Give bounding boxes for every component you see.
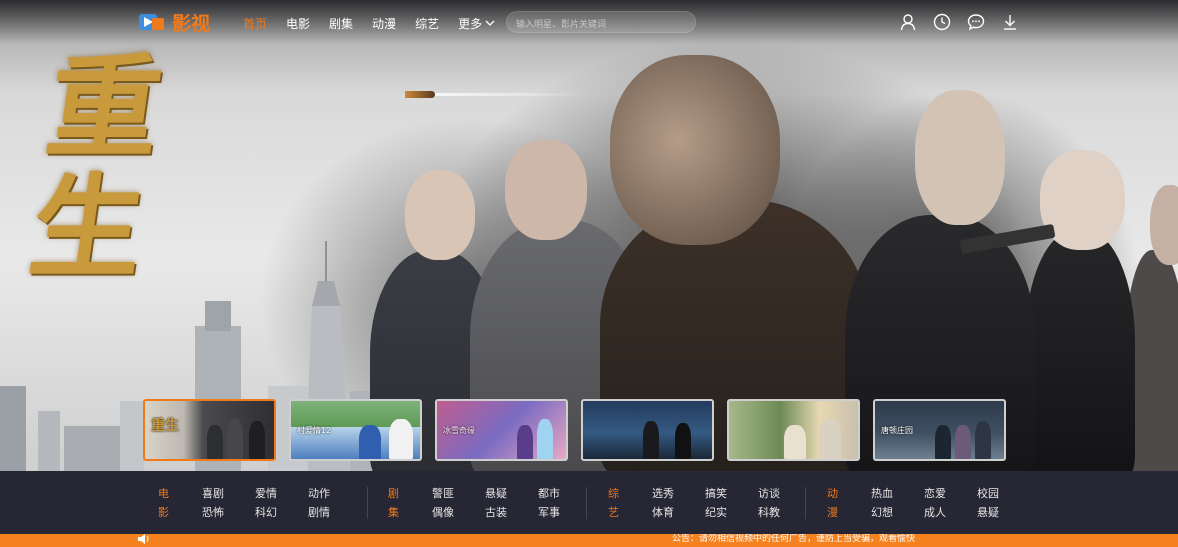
category-link[interactable]: 热血 bbox=[871, 484, 893, 503]
banner-thumbnail[interactable]: 重生 bbox=[143, 399, 276, 461]
top-navigation-bar: 影视 首页 电影 剧集 动漫 综艺 更多 bbox=[0, 0, 1178, 44]
category-divider bbox=[805, 487, 806, 519]
history-clock-icon[interactable] bbox=[932, 12, 952, 32]
thumbnail-caption: 村爱情12 bbox=[297, 426, 332, 435]
banner-thumbnail[interactable] bbox=[727, 399, 860, 461]
category-group-title[interactable]: 剧集 bbox=[388, 484, 400, 522]
category-link[interactable]: 剧情 bbox=[308, 503, 330, 522]
search-box[interactable] bbox=[506, 11, 696, 35]
nav-variety[interactable]: 综艺 bbox=[415, 15, 439, 32]
category-link[interactable]: 悬疑 bbox=[977, 503, 999, 522]
category-divider bbox=[367, 487, 368, 519]
download-icon[interactable] bbox=[1000, 12, 1020, 32]
search-input[interactable] bbox=[507, 15, 695, 35]
actor-head bbox=[1150, 185, 1178, 265]
nav-movies[interactable]: 电影 bbox=[286, 15, 310, 32]
thumbnail-caption: 唐顿庄园 bbox=[881, 426, 913, 435]
logo-text: 影视 bbox=[172, 12, 211, 35]
category-group-movies: 电影 喜剧 恐怖 爱情 科幻 动作 剧情 bbox=[158, 484, 330, 522]
category-link[interactable]: 校园 bbox=[977, 484, 999, 503]
actor-figure bbox=[1025, 230, 1135, 471]
category-link[interactable]: 恐怖 bbox=[202, 503, 224, 522]
category-link[interactable]: 纪实 bbox=[705, 503, 727, 522]
announcement-text: 公告：请勿相信视频中的任何广告，谨防上当受骗，观看愉快 bbox=[672, 534, 916, 544]
category-link[interactable]: 成人 bbox=[924, 503, 946, 522]
bullet-trail bbox=[435, 93, 585, 96]
banner-thumbnail-strip: 重生 村爱情12 冰雪奇缘 唐顿庄园 bbox=[143, 399, 1019, 461]
category-link[interactable]: 选秀 bbox=[652, 484, 674, 503]
category-link[interactable]: 科教 bbox=[758, 503, 780, 522]
nav-more-label: 更多 bbox=[458, 17, 483, 31]
hero-title-calligraphy: 重生 bbox=[0, 48, 250, 318]
chevron-down-icon bbox=[485, 20, 495, 26]
banner-thumbnail[interactable]: 村爱情12 bbox=[289, 399, 422, 461]
category-group-variety: 综艺 选秀 体育 搞笑 纪实 访谈 科教 bbox=[608, 484, 780, 522]
bullet-illustration bbox=[405, 91, 435, 98]
actor-head bbox=[505, 140, 587, 240]
category-link[interactable]: 悬疑 bbox=[485, 484, 507, 503]
user-icon[interactable] bbox=[898, 12, 918, 32]
category-group-title[interactable]: 电影 bbox=[158, 484, 170, 522]
category-link[interactable]: 爱情 bbox=[255, 484, 277, 503]
category-group-series: 剧集 警匪 偶像 悬疑 古装 都市 军事 bbox=[388, 484, 560, 522]
banner-thumbnail[interactable] bbox=[581, 399, 714, 461]
category-divider bbox=[586, 487, 587, 519]
hero-title: 重生 bbox=[4, 48, 169, 288]
actor-head bbox=[405, 170, 475, 260]
actor-head bbox=[610, 55, 780, 245]
category-link[interactable]: 古装 bbox=[485, 503, 507, 522]
category-link[interactable]: 喜剧 bbox=[202, 484, 224, 503]
nav-series[interactable]: 剧集 bbox=[329, 15, 353, 32]
announcement-bar: 公告：请勿相信视频中的任何广告，谨防上当受骗，观看愉快 bbox=[0, 534, 1178, 547]
main-nav: 首页 电影 剧集 动漫 综艺 更多 bbox=[243, 15, 514, 32]
category-group-title[interactable]: 综艺 bbox=[608, 484, 620, 522]
nav-anime[interactable]: 动漫 bbox=[372, 15, 396, 32]
play-logo-icon bbox=[139, 14, 164, 30]
category-link[interactable]: 科幻 bbox=[255, 503, 277, 522]
category-link[interactable]: 偶像 bbox=[432, 503, 454, 522]
header-actions bbox=[898, 12, 1034, 32]
category-link[interactable]: 军事 bbox=[538, 503, 560, 522]
thumbnail-caption: 重生 bbox=[151, 418, 179, 434]
category-link[interactable]: 搞笑 bbox=[705, 484, 727, 503]
category-link[interactable]: 幻想 bbox=[871, 503, 893, 522]
category-link[interactable]: 都市 bbox=[538, 484, 560, 503]
nav-more[interactable]: 更多 bbox=[458, 15, 495, 32]
nav-home[interactable]: 首页 bbox=[243, 15, 267, 32]
category-link[interactable]: 体育 bbox=[652, 503, 674, 522]
category-link[interactable]: 访谈 bbox=[758, 484, 780, 503]
category-link[interactable]: 动作 bbox=[308, 484, 330, 503]
site-logo[interactable]: 影视 bbox=[138, 10, 211, 35]
message-icon[interactable] bbox=[966, 12, 986, 32]
speaker-icon bbox=[138, 534, 149, 544]
thumbnail-caption: 冰雪奇缘 bbox=[443, 426, 475, 435]
actor-head bbox=[915, 90, 1005, 225]
banner-thumbnail[interactable]: 冰雪奇缘 bbox=[435, 399, 568, 461]
banner-thumbnail[interactable]: 唐顿庄园 bbox=[873, 399, 1006, 461]
category-link[interactable]: 恋爱 bbox=[924, 484, 946, 503]
category-bar: 电影 喜剧 恐怖 爱情 科幻 动作 剧情 剧集 警匪 偶像 悬疑 古装 都市 军… bbox=[0, 471, 1178, 534]
category-group-title[interactable]: 动漫 bbox=[827, 484, 839, 522]
category-link[interactable]: 警匪 bbox=[432, 484, 454, 503]
category-group-anime: 动漫 热血 幻想 恋爱 成人 校园 悬疑 bbox=[827, 484, 999, 522]
